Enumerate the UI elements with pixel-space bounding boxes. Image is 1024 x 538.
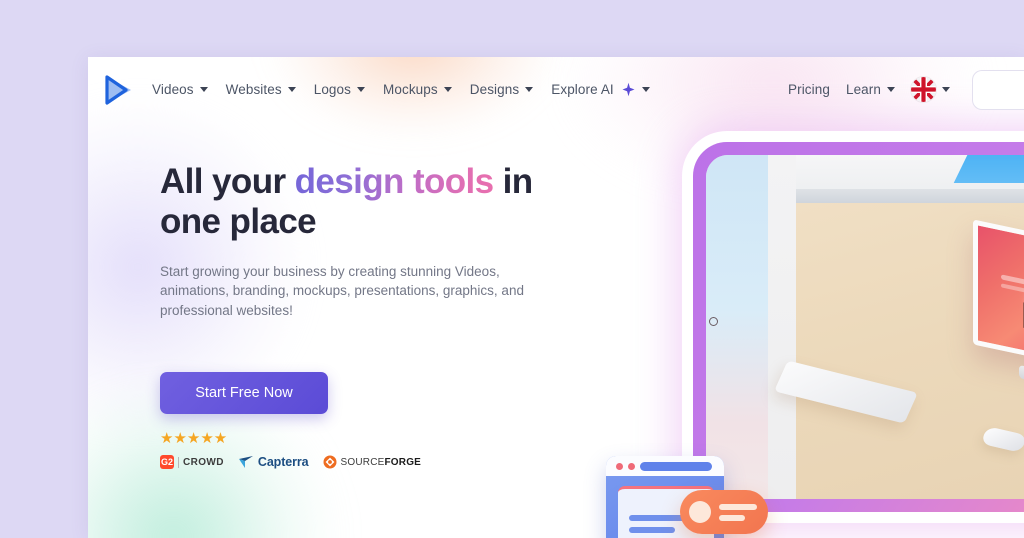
browser-dot-1	[616, 463, 623, 470]
play-triangle-logo-icon[interactable]	[102, 73, 136, 107]
star-rating-glyphs: ★★★★★	[160, 430, 228, 448]
nav-label-websites: Websites	[225, 82, 282, 97]
primary-nav-group: Videos Websites Logos Mockups Designs Ex	[152, 82, 650, 97]
desk-floor	[796, 203, 1024, 499]
g2-logo-icon: G2	[160, 455, 174, 470]
hero-subtitle: Start growing your business by creating …	[160, 263, 524, 318]
room-wall-left	[706, 155, 768, 499]
capterra-label: Capterra	[257, 455, 309, 470]
imac-text-line-2	[1001, 282, 1024, 296]
nav-label-explore-ai: Explore AI	[551, 82, 614, 97]
room-skylight	[954, 155, 1024, 183]
room-ceiling	[796, 155, 1024, 197]
star-rating: ★★★★★	[160, 431, 580, 446]
nav-item-logos[interactable]: Logos	[313, 82, 366, 97]
browser-content-line-2	[629, 527, 675, 533]
badge-sourceforge[interactable]: SOURCEFORGE	[323, 455, 422, 469]
review-badges: G2 CROWD Capterra SOURCEFORGE	[160, 455, 580, 470]
secondary-nav-group: Pricing Learn	[788, 69, 1024, 110]
start-free-now-button[interactable]: Start Free Now	[160, 372, 328, 415]
top-navigation-bar: Videos Websites Logos Mockups Designs Ex	[88, 57, 1024, 122]
sourceforge-label-bold: FORGE	[384, 456, 422, 468]
page-title: All your design tools in one place	[160, 162, 580, 242]
nav-label-mockups: Mockups	[383, 82, 438, 97]
chevron-down-icon[interactable]	[199, 87, 208, 92]
nav-item-designs[interactable]: Designs	[469, 82, 534, 97]
mouse	[980, 426, 1024, 454]
browser-dot-2	[628, 463, 635, 470]
tablet-device-frame	[693, 142, 1024, 512]
chevron-down-icon[interactable]	[443, 87, 452, 92]
nav-item-pricing[interactable]: Pricing	[788, 82, 830, 97]
nav-item-mockups[interactable]: Mockups	[383, 82, 452, 97]
nav-item-websites[interactable]: Websites	[226, 82, 296, 97]
imac-display	[973, 218, 1024, 382]
imac-text-line-1	[1001, 273, 1024, 291]
room-ledge	[796, 189, 1024, 203]
sourceforge-label: SOURCEFORGE	[341, 457, 422, 468]
room-wall-strip	[768, 155, 796, 499]
sparkle-icon	[622, 82, 635, 97]
imac-monitor	[973, 218, 1024, 418]
pill-avatar-circle	[689, 501, 711, 523]
browser-card-titlebar	[606, 456, 724, 476]
nav-label-logos: Logos	[313, 82, 352, 97]
chevron-down-icon[interactable]	[887, 87, 895, 92]
nav-item-videos[interactable]: Videos	[152, 82, 208, 97]
browser-window-card	[606, 456, 724, 538]
browser-address-pill	[640, 462, 712, 471]
chevron-down-icon[interactable]	[287, 87, 296, 92]
tablet-camera-icon	[709, 316, 718, 326]
orange-pill-card	[680, 490, 768, 534]
language-selector[interactable]	[911, 77, 950, 102]
chevron-down-icon[interactable]	[357, 87, 366, 92]
nav-label-pricing: Pricing	[788, 82, 830, 97]
badge-g2-crowd[interactable]: G2 CROWD	[160, 455, 224, 470]
nav-label-videos: Videos	[152, 82, 194, 97]
badge-capterra[interactable]: Capterra	[238, 455, 309, 469]
browser-content-panel	[618, 486, 714, 538]
pill-line-2	[719, 515, 745, 521]
uk-flag-icon	[911, 77, 936, 102]
nav-label-learn: Learn	[845, 82, 881, 97]
nav-item-explore-ai[interactable]: Explore AI	[551, 82, 650, 97]
sourceforge-logo-icon	[323, 455, 337, 469]
hero-illustration	[518, 127, 1024, 538]
keyboard	[773, 360, 918, 424]
pill-line-1	[719, 504, 757, 510]
nav-item-learn[interactable]: Learn	[846, 82, 895, 97]
tablet-screen	[706, 155, 1024, 499]
chevron-down-icon[interactable]	[525, 87, 534, 92]
title-highlight: design tools	[294, 162, 495, 201]
nav-label-designs: Designs	[469, 82, 520, 97]
browser-content-line-1	[629, 515, 699, 521]
browser-page: Videos Websites Logos Mockups Designs Ex	[88, 57, 1024, 538]
title-part-1: All your	[160, 162, 295, 201]
sourceforge-label-light: SOURCE	[340, 456, 385, 468]
signup-button[interactable]	[972, 69, 1024, 110]
g2-label: CROWD	[178, 456, 224, 468]
chevron-down-icon[interactable]	[641, 87, 650, 92]
chevron-down-icon[interactable]	[942, 87, 950, 92]
hero-section: All your design tools in one place Start…	[160, 162, 580, 470]
capterra-logo-icon	[238, 456, 253, 469]
